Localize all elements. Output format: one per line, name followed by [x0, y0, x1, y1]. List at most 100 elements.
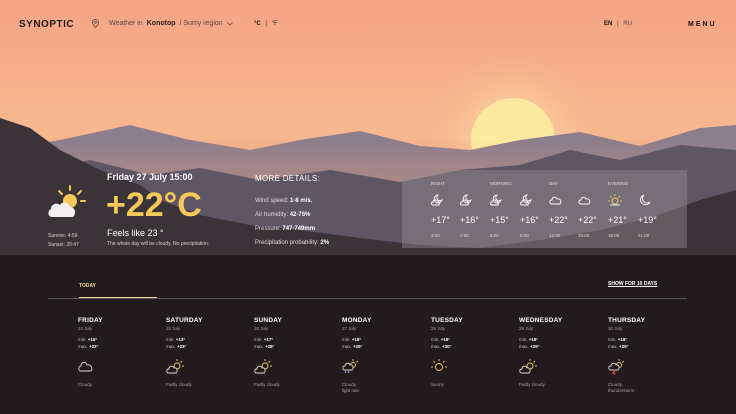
top-bar: SYNOPTIC Weather in Konotop / Sumy regio…	[0, 0, 736, 50]
max-label: max.	[431, 344, 441, 349]
unit-fahrenheit[interactable]: °F	[272, 21, 278, 27]
partly-cloudy-icon	[166, 359, 184, 374]
wind-row: Wind speed: 1-8 m/s.	[255, 198, 312, 204]
day-minmax: min. +18° max. +29°	[519, 336, 599, 350]
region-name: / Sumy region	[179, 20, 223, 27]
hour-time: 18:00	[608, 233, 620, 238]
day-date: 24 July	[78, 326, 93, 331]
rain-icon	[342, 359, 359, 374]
hour-time: 15:00	[578, 233, 590, 238]
day-minmax: min. +17° max. +28°	[254, 336, 334, 350]
day-condition: Cloudy, light rain	[342, 382, 360, 393]
day-name: WEDNESDAY	[519, 317, 563, 324]
max-temp: +29°	[353, 344, 363, 349]
day-condition: Cloudy, thunderstorm	[608, 382, 635, 393]
app-logo[interactable]: SYNOPTIC	[19, 19, 74, 30]
min-label: min.	[78, 337, 87, 342]
day-name: MONDAY	[342, 317, 372, 324]
day-date: 26 July	[254, 326, 269, 331]
max-label: max.	[519, 344, 529, 349]
feels-like: Feels like 23 °	[107, 228, 164, 238]
day-name: THURSDAY	[608, 317, 646, 324]
day-date: 28 July	[431, 326, 446, 331]
day-minmax: min. +18° max. +30°	[431, 336, 511, 350]
lang-separator: |	[617, 21, 619, 27]
chevron-down-icon	[226, 21, 233, 26]
location-selector[interactable]: Weather in Konotop / Sumy region	[92, 19, 233, 28]
day-minmax: min. +18° max. +29°	[342, 336, 422, 350]
pressure-value: 747-749mm	[282, 226, 316, 232]
day-forecast[interactable]: MONDAY 27 July min. +18° max. +29° Cloud…	[342, 317, 422, 393]
day-condition: Partly cloudy	[166, 382, 192, 387]
sunset-label: Sunset:	[48, 242, 65, 248]
period-label: DAY	[549, 181, 558, 186]
day-date: 25 July	[166, 326, 181, 331]
hour-time: 6:00	[490, 233, 499, 238]
precip-value: 2%	[320, 240, 330, 246]
min-temp: +13°	[175, 337, 186, 342]
min-label: min.	[431, 337, 440, 342]
unit-celsius[interactable]: °C	[254, 21, 261, 27]
hour-temperature: +16°	[460, 215, 479, 225]
min-temp: +18°	[617, 337, 628, 342]
lang-en[interactable]: EN	[604, 21, 612, 27]
partly-cloudy-icon	[254, 359, 272, 374]
partly-cloudy-icon	[519, 359, 537, 374]
show-10-days-link[interactable]: SHOW FOR 10 DAYS	[608, 281, 657, 287]
sunrise-label: Sunrise:	[48, 233, 67, 239]
max-temp: +23°	[177, 344, 187, 349]
hour-column: +16° 3:00	[460, 170, 490, 248]
sun-icon	[608, 194, 622, 206]
tab-active-indicator	[79, 297, 157, 298]
moon-cloud-icon	[520, 194, 532, 206]
min-label: min.	[342, 337, 351, 342]
day-condition: Cloudy	[78, 382, 93, 387]
max-label: max.	[608, 344, 618, 349]
lang-ru[interactable]: RU	[623, 21, 632, 27]
moon-cloud-icon	[460, 194, 472, 206]
day-name: SATURDAY	[166, 317, 203, 324]
precip-row: Precipitation probability: 2%	[255, 240, 329, 246]
details-title: MORE DETAILS:	[255, 174, 321, 183]
hour-temperature: +15°	[490, 215, 509, 225]
max-temp: +22°	[89, 344, 99, 349]
max-label: max.	[254, 344, 264, 349]
more-details: MORE DETAILS: Wind speed: 1-8 m/s. Air h…	[255, 174, 329, 246]
thunderstorm-icon	[608, 359, 625, 375]
hour-column: +16° 9:00	[520, 170, 550, 248]
tabs-divider	[48, 298, 687, 299]
max-temp: +29°	[530, 344, 540, 349]
min-label: min.	[254, 337, 263, 342]
period-label: EVENING	[608, 181, 629, 186]
day-forecast[interactable]: THURSDAY 30 July min. +18° max. +29° Clo…	[608, 317, 688, 393]
day-forecast[interactable]: FRIDAY 24 July min. +15° max. +22° Cloud…	[78, 317, 158, 387]
menu-button[interactable]: MENU	[688, 21, 717, 28]
hour-time: 3:00	[460, 233, 469, 238]
day-name: SUNDAY	[254, 317, 283, 324]
day-summary: The whole day will be cloudy. No precipi…	[107, 241, 210, 247]
hourly-forecast-panel: NIGHT +17° 3:00 +16° 3:00 MORNING +15° 6…	[402, 170, 687, 248]
hour-temperature: +22°	[578, 215, 597, 225]
day-forecast[interactable]: SUNDAY 26 July min. +17° max. +28° Partl…	[254, 317, 334, 387]
hour-time: 12:00	[549, 233, 561, 238]
city-name: Konotop	[146, 20, 176, 27]
day-forecast[interactable]: TUESDAY 28 July min. +18° max. +30° Sunn…	[431, 317, 511, 387]
pressure-row: Pressure: 747-749mm	[255, 226, 315, 232]
moon-icon	[640, 194, 651, 206]
max-label: max.	[342, 344, 352, 349]
day-date: 30 July	[608, 326, 623, 331]
tab-today[interactable]: TODAY	[79, 283, 96, 289]
max-label: max.	[78, 344, 88, 349]
day-name: FRIDAY	[78, 317, 103, 324]
day-forecast[interactable]: WEDNESDAY 29 July min. +18° max. +29° Pa…	[519, 317, 599, 387]
hour-column: +22° 15:00	[578, 170, 608, 248]
location-pin-icon	[92, 19, 99, 28]
hour-column: MORNING +15° 6:00	[490, 170, 520, 248]
period-label: NIGHT	[431, 181, 445, 186]
current-temperature: +22°C	[106, 186, 202, 224]
day-forecast[interactable]: SATURDAY 25 July min. +13° max. +23° Par…	[166, 317, 246, 387]
partly-cloudy-icon	[48, 185, 86, 217]
day-minmax: min. +18° max. +29°	[608, 336, 688, 350]
humidity-value: 42-76%	[289, 212, 311, 218]
hour-column: +19° 21:00	[638, 170, 668, 248]
